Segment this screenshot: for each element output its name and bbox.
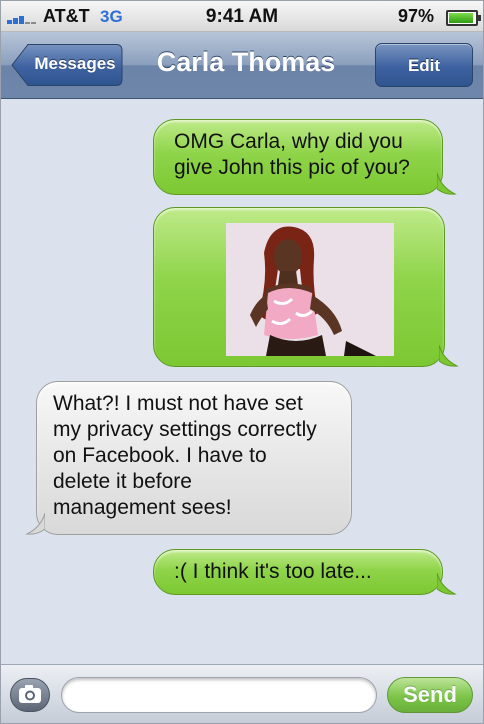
bubble-tail [25,513,45,535]
send-button[interactable]: Send [387,677,473,713]
outgoing-photo-message[interactable] [153,207,445,367]
message-line: delete it before [53,470,192,493]
message-line: OMG Carla, why did you [174,130,403,153]
camera-button[interactable] [10,678,50,712]
message-line: :( I think it's too late... [174,560,372,583]
bubble-tail [439,345,459,367]
message-composer: Send [1,664,483,723]
message-line: my privacy settings correctly [53,418,317,441]
message-line: What?! I must not have set [53,392,303,415]
message-line: on Facebook. I have to [53,444,267,467]
bubble-tail [437,173,457,195]
outgoing-message[interactable]: :( I think it's too late... [153,549,443,595]
battery-icon [446,10,481,26]
incoming-message[interactable]: What?! I must not have set my privacy se… [36,381,352,535]
message-line: give John this pic of you? [174,156,410,179]
navigation-bar: Messages Carla Thomas Edit [1,32,483,99]
message-input[interactable] [61,677,377,713]
back-button[interactable]: Messages [11,43,123,87]
attached-photo[interactable] [226,223,394,356]
bubble-tail [437,573,457,595]
outgoing-message[interactable]: OMG Carla, why did you give John this pi… [153,119,443,195]
camera-icon [19,685,41,703]
conversation-title: Carla Thomas [156,47,336,77]
photo-thumbnail [226,223,394,356]
messages-screen: AT&T 3G 9:41 AM 97% Messages Carla Thoma… [0,0,484,724]
status-bar: AT&T 3G 9:41 AM 97% [1,1,483,32]
battery-percent: 97% [398,6,435,26]
message-line: management sees! [53,496,232,519]
back-button-label: Messages [34,54,116,73]
edit-button[interactable]: Edit [375,43,473,87]
